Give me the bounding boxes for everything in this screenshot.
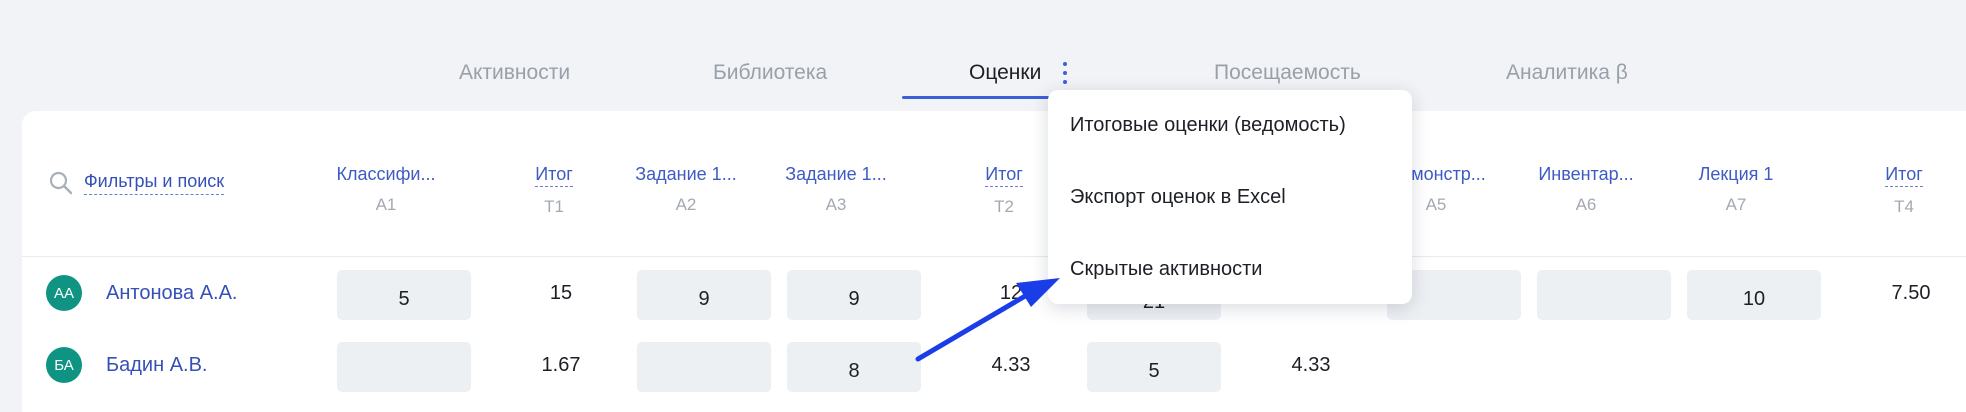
column-header-a2[interactable]: Задание 1... A2 — [616, 164, 756, 215]
active-tab-indicator — [902, 96, 1050, 99]
total-value: 7.50 — [1891, 282, 1931, 304]
student-name[interactable]: Бадин А.В. — [106, 354, 207, 377]
tab-library[interactable]: Библиотека — [713, 58, 827, 88]
column-title: Классифи... — [336, 164, 436, 184]
column-header-a3[interactable]: Задание 1... A3 — [766, 164, 906, 215]
total-value: 4.33 — [1291, 354, 1331, 376]
column-header-a1[interactable]: Классифи... A1 — [316, 164, 456, 215]
column-title: Инвентар... — [1538, 164, 1634, 184]
search-icon — [49, 171, 73, 195]
student-name[interactable]: Антонова А.А. — [106, 282, 237, 305]
grade-cell[interactable]: 9 — [787, 270, 921, 320]
filters-search[interactable]: Фильтры и поиск — [48, 170, 225, 196]
grade-cell[interactable] — [637, 342, 771, 392]
column-title: Лекция 1 — [1698, 164, 1774, 184]
column-code: A7 — [1725, 195, 1747, 214]
column-title: Задание 1... — [635, 164, 737, 184]
menu-item-hidden-activities[interactable]: Скрытые активности — [1070, 258, 1262, 281]
column-title: Задание 1... — [785, 164, 887, 184]
total-value: 15 — [549, 282, 573, 304]
grade-cell[interactable]: 9 — [637, 270, 771, 320]
avatar: БА — [46, 347, 82, 383]
menu-item-export-excel[interactable]: Экспорт оценок в Excel — [1070, 186, 1286, 209]
grade-cell[interactable] — [1537, 270, 1671, 320]
column-header-a6[interactable]: Инвентар... A6 — [1516, 164, 1656, 215]
column-code: A2 — [675, 195, 697, 214]
grade-cell[interactable]: 5 — [337, 270, 471, 320]
column-code: A6 — [1575, 195, 1597, 214]
column-header-t1[interactable]: Итог T1 — [484, 164, 624, 217]
filters-search-label: Фильтры и поиск — [84, 171, 225, 195]
grade-cell[interactable]: 10 — [1687, 270, 1821, 320]
column-header-a7[interactable]: Лекция 1 A7 — [1666, 164, 1806, 215]
menu-item-final-grades[interactable]: Итоговые оценки (ведомость) — [1070, 114, 1346, 137]
avatar: АА — [46, 275, 82, 311]
grade-cell[interactable]: 8 — [787, 342, 921, 392]
total-value: 1.67 — [541, 354, 581, 376]
grade-cell[interactable] — [337, 342, 471, 392]
header-divider — [22, 256, 1966, 257]
column-title: Итог — [535, 164, 573, 187]
column-header-t4[interactable]: Итог T4 — [1834, 164, 1966, 217]
column-code: T4 — [1894, 197, 1914, 216]
total-value: 4.33 — [991, 354, 1031, 376]
column-code: A3 — [825, 195, 847, 214]
tab-activities[interactable]: Активности — [459, 58, 570, 88]
student-row-1: АА Антонова А.А. — [46, 275, 237, 311]
column-title: Итог — [985, 164, 1023, 187]
tab-attendance[interactable]: Посещаемость — [1214, 58, 1361, 88]
grade-cell[interactable]: 5 — [1087, 342, 1221, 392]
column-title: Итог — [1885, 164, 1923, 187]
student-row-2: БА Бадин А.В. — [46, 347, 207, 383]
grades-dropdown-menu: Итоговые оценки (ведомость) Экспорт оцен… — [1048, 90, 1412, 304]
tab-analytics[interactable]: Аналитика β — [1506, 58, 1628, 88]
tab-grades[interactable]: Оценки — [969, 58, 1041, 88]
column-code: A1 — [375, 195, 397, 214]
column-code: T1 — [544, 197, 564, 216]
grades-menu-kebab-icon[interactable] — [1058, 62, 1072, 84]
